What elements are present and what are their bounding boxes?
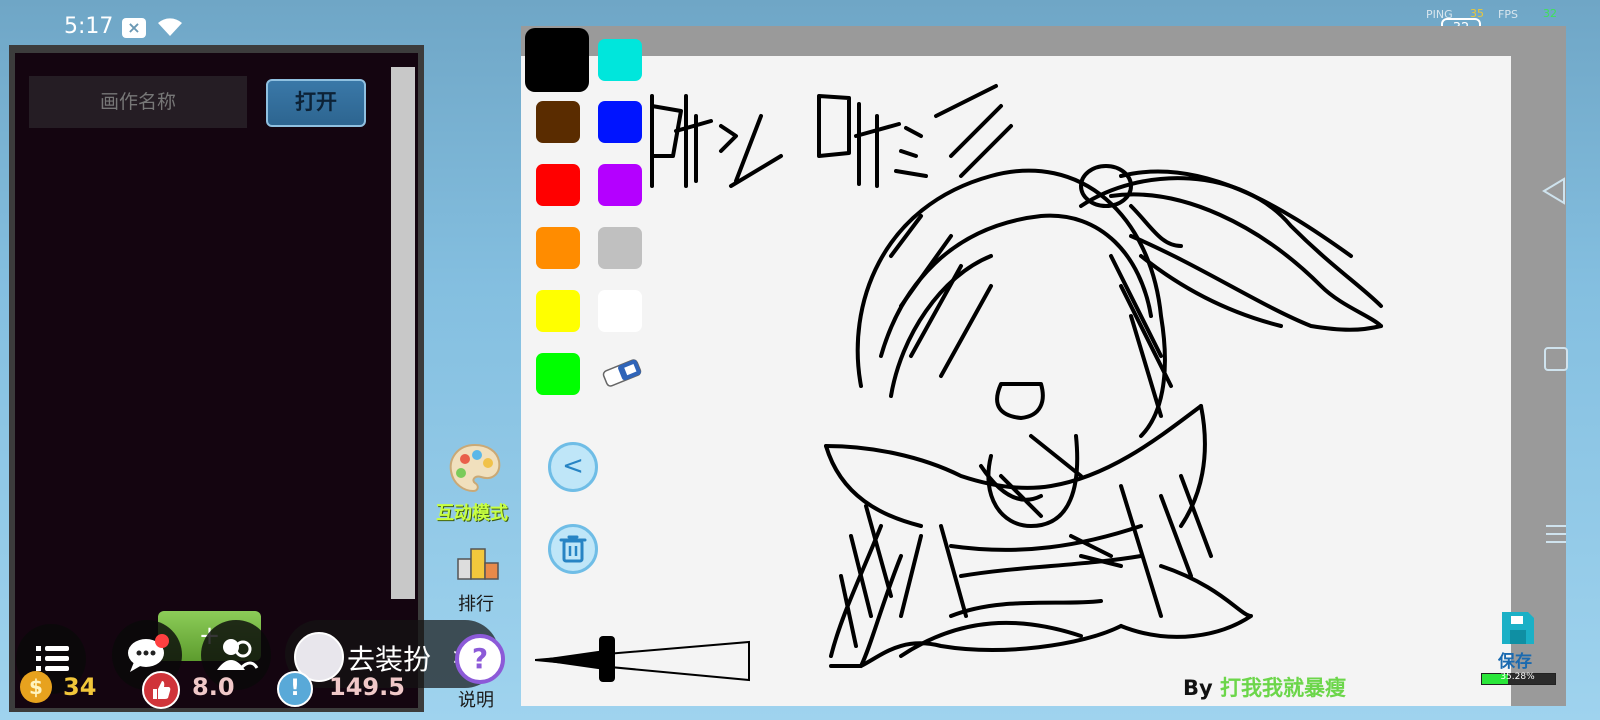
- list-scrollbar[interactable]: [391, 67, 415, 599]
- nav-recents-icon[interactable]: [1544, 522, 1568, 546]
- color-swatch-cyan[interactable]: [598, 39, 642, 81]
- eraser-icon[interactable]: [600, 356, 644, 390]
- thumbs-up-icon: [142, 671, 180, 709]
- save-progress-label: 35.28%: [1500, 672, 1535, 682]
- clock: 5:17: [64, 14, 114, 39]
- save-label[interactable]: 保存: [1498, 647, 1532, 672]
- warning-value: 149.5: [329, 673, 405, 701]
- author-name[interactable]: 打我我就暴瘦: [1220, 676, 1346, 700]
- color-swatch-white[interactable]: [598, 290, 642, 332]
- drawing-strokes: [650, 84, 1383, 668]
- warning-icon: !: [277, 671, 313, 707]
- trash-icon[interactable]: [548, 524, 598, 574]
- fps-value: 32: [1543, 7, 1557, 20]
- color-swatch-brown[interactable]: [536, 101, 580, 143]
- author-prefix: By: [1183, 676, 1221, 700]
- author-credit: By 打我我就暴瘦: [1183, 672, 1346, 702]
- color-swatch-green[interactable]: [536, 353, 580, 395]
- ranking-icon[interactable]: [457, 545, 499, 581]
- color-swatch-red[interactable]: [536, 164, 580, 206]
- chat-unread-dot: [155, 634, 169, 648]
- help-label[interactable]: 说明: [458, 686, 494, 712]
- wifi-icon: [158, 18, 182, 36]
- ranking-label[interactable]: 排行: [458, 590, 494, 616]
- color-swatch-gray[interactable]: [598, 227, 642, 269]
- color-swatch-yellow[interactable]: [536, 290, 580, 332]
- color-swatch-black[interactable]: [525, 28, 589, 92]
- dress-up-label: 去装扮: [347, 643, 432, 676]
- interactive-mode-label[interactable]: 互动模式: [436, 499, 508, 525]
- brush-size-slider[interactable]: [535, 636, 755, 684]
- nav-home-icon[interactable]: [1544, 347, 1568, 371]
- save-icon[interactable]: [1498, 608, 1538, 648]
- nav-back-icon[interactable]: [1540, 176, 1568, 206]
- artwork-name-input[interactable]: [29, 76, 247, 128]
- palette-icon[interactable]: [447, 441, 503, 495]
- help-icon[interactable]: ?: [455, 634, 505, 684]
- like-count: 8.0: [192, 673, 235, 701]
- color-swatch-orange[interactable]: [536, 227, 580, 269]
- color-swatch-purple[interactable]: [598, 164, 642, 206]
- undo-icon[interactable]: <: [548, 442, 598, 492]
- notification-icon: ×: [122, 18, 146, 38]
- open-button[interactable]: 打开: [266, 79, 366, 127]
- coin-icon: $: [20, 671, 52, 703]
- fps-label: FPS: [1498, 8, 1518, 21]
- coin-count: 34: [63, 673, 97, 701]
- artwork-list: [15, 53, 418, 708]
- drawing-canvas[interactable]: [521, 56, 1511, 706]
- color-swatch-blue[interactable]: [598, 101, 642, 143]
